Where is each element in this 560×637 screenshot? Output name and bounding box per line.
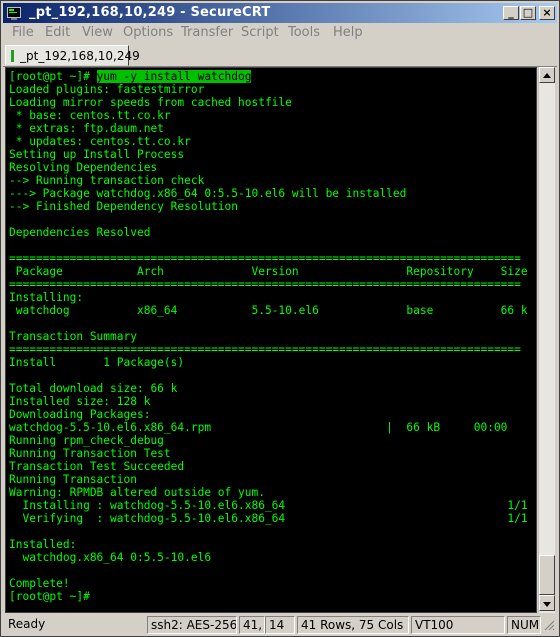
terminal-line: * base: centos.tt.co.kr — [9, 109, 171, 122]
terminal-line: --> Finished Dependency Resolution — [9, 200, 239, 213]
menu-help[interactable]: Help — [333, 25, 363, 40]
status-numlock: NUM — [507, 616, 541, 634]
terminal-line: Package Arch Version Repository Size — [9, 265, 528, 278]
session-tab[interactable]: _pt_192,168,10,249 — [5, 45, 140, 66]
terminal-line: watchdog.x86_64 0:5.5-10.el6 — [9, 551, 212, 564]
terminal-prompt: [root@pt ~]# — [9, 70, 97, 83]
terminal-command-line: [root@pt ~]# yum -y install watchdog — [9, 70, 252, 83]
terminal-line: Running rpm_check_debug — [9, 434, 164, 447]
terminal-line: Resolving Dependencies — [9, 161, 158, 174]
scroll-down-button[interactable] — [539, 595, 555, 611]
terminal-line: Warning: RPMDB altered outside of yum. — [9, 486, 265, 499]
menu-script[interactable]: Script — [241, 25, 279, 40]
terminal-line: Installed size: 128 k — [9, 395, 151, 408]
status-bar: Ready ssh2: AES-256 41, 14 41 Rows, 75 C… — [3, 615, 557, 635]
terminal-line: watchdog-5.5-10.el6.x86_64.rpm | 66 kB 0… — [9, 421, 508, 434]
close-button[interactable]: × — [539, 6, 555, 20]
status-ready: Ready — [8, 617, 46, 631]
terminal-command-highlight: yum -y install watchdog — [96, 70, 252, 83]
terminal-line: Downloading Packages: — [9, 408, 151, 421]
scrollbar-thumb[interactable] — [539, 555, 555, 595]
status-dimensions: 41 Rows, 75 Cols — [297, 616, 409, 634]
status-terminal-type: VT100 — [411, 616, 505, 634]
securecrt-app-icon — [7, 7, 21, 20]
connected-status-icon — [11, 50, 14, 62]
arrow-up-icon — [543, 73, 551, 78]
arrow-down-icon — [543, 602, 551, 607]
terminal-line: ---> Package watchdog.x86_64 0:5.5-10.el… — [9, 187, 407, 200]
terminal-line: Running Transaction — [9, 473, 137, 486]
terminal-line: Running Transaction Test — [9, 447, 171, 460]
terminal-line: Setting up Install Process — [9, 148, 185, 161]
terminal-screen[interactable]: [root@pt ~]# yum -y install watchdog Loa… — [5, 67, 537, 613]
menu-edit[interactable]: Edit — [45, 25, 70, 40]
terminal-line: * extras: ftp.daum.net — [9, 122, 164, 135]
terminal-line: Transaction Summary — [9, 330, 137, 343]
menu-bar: File Edit View Options Transfer Script T… — [3, 23, 557, 43]
terminal-line: watchdog x86_64 5.5-10.el6 base 66 k — [9, 304, 528, 317]
title-bar[interactable]: _pt_192,168,10,249 - SecureCRT _ □ × — [3, 3, 557, 23]
status-cursor-row: 41, — [239, 616, 265, 634]
terminal-line: Dependencies Resolved — [9, 226, 151, 239]
securecrt-window: _pt_192,168,10,249 - SecureCRT _ □ × Fil… — [0, 0, 560, 637]
menu-transfer[interactable]: Transfer — [181, 25, 233, 40]
terminal-line: ========================================… — [9, 252, 521, 265]
minimize-button[interactable]: _ — [503, 6, 519, 20]
menu-options[interactable]: Options — [123, 25, 173, 40]
terminal-line: Install 1 Package(s) — [9, 356, 185, 369]
menu-view[interactable]: View — [82, 25, 113, 40]
terminal-line: Loading mirror speeds from cached hostfi… — [9, 96, 292, 109]
terminal-line: --> Running transaction check — [9, 174, 205, 187]
session-tab-strip: _pt_192,168,10,249 — [3, 44, 557, 67]
session-tab-label: _pt_192,168,10,249 — [20, 49, 140, 63]
terminal-line: * updates: centos.tt.co.kr — [9, 135, 191, 148]
terminal-line: Loaded plugins: fastestmirror — [9, 83, 205, 96]
status-cipher: ssh2: AES-256 — [147, 616, 237, 634]
terminal-line: ========================================… — [9, 278, 521, 291]
terminal-line: Transaction Test Succeeded — [9, 460, 185, 473]
maximize-button[interactable]: □ — [520, 6, 536, 20]
terminal-line: Complete! — [9, 577, 70, 590]
terminal-line: [root@pt ~]# — [9, 590, 90, 603]
resize-grip-icon[interactable] — [543, 619, 555, 631]
terminal-scrollbar[interactable] — [538, 67, 555, 613]
window-title: _pt_192,168,10,249 - SecureCRT — [29, 5, 271, 20]
terminal-line: Verifying : watchdog-5.5-10.el6.x86_64 1… — [9, 512, 528, 525]
status-cursor-col: 14 — [265, 616, 295, 634]
scroll-up-button[interactable] — [539, 67, 555, 83]
terminal-line: Installing: — [9, 291, 84, 304]
terminal-line: ========================================… — [9, 343, 521, 356]
terminal-line: Installed: — [9, 538, 77, 551]
menu-file[interactable]: File — [12, 25, 34, 40]
menu-tools[interactable]: Tools — [288, 25, 320, 40]
terminal-line: Installing : watchdog-5.5-10.el6.x86_64 … — [9, 499, 528, 512]
terminal-line: Total download size: 66 k — [9, 382, 178, 395]
